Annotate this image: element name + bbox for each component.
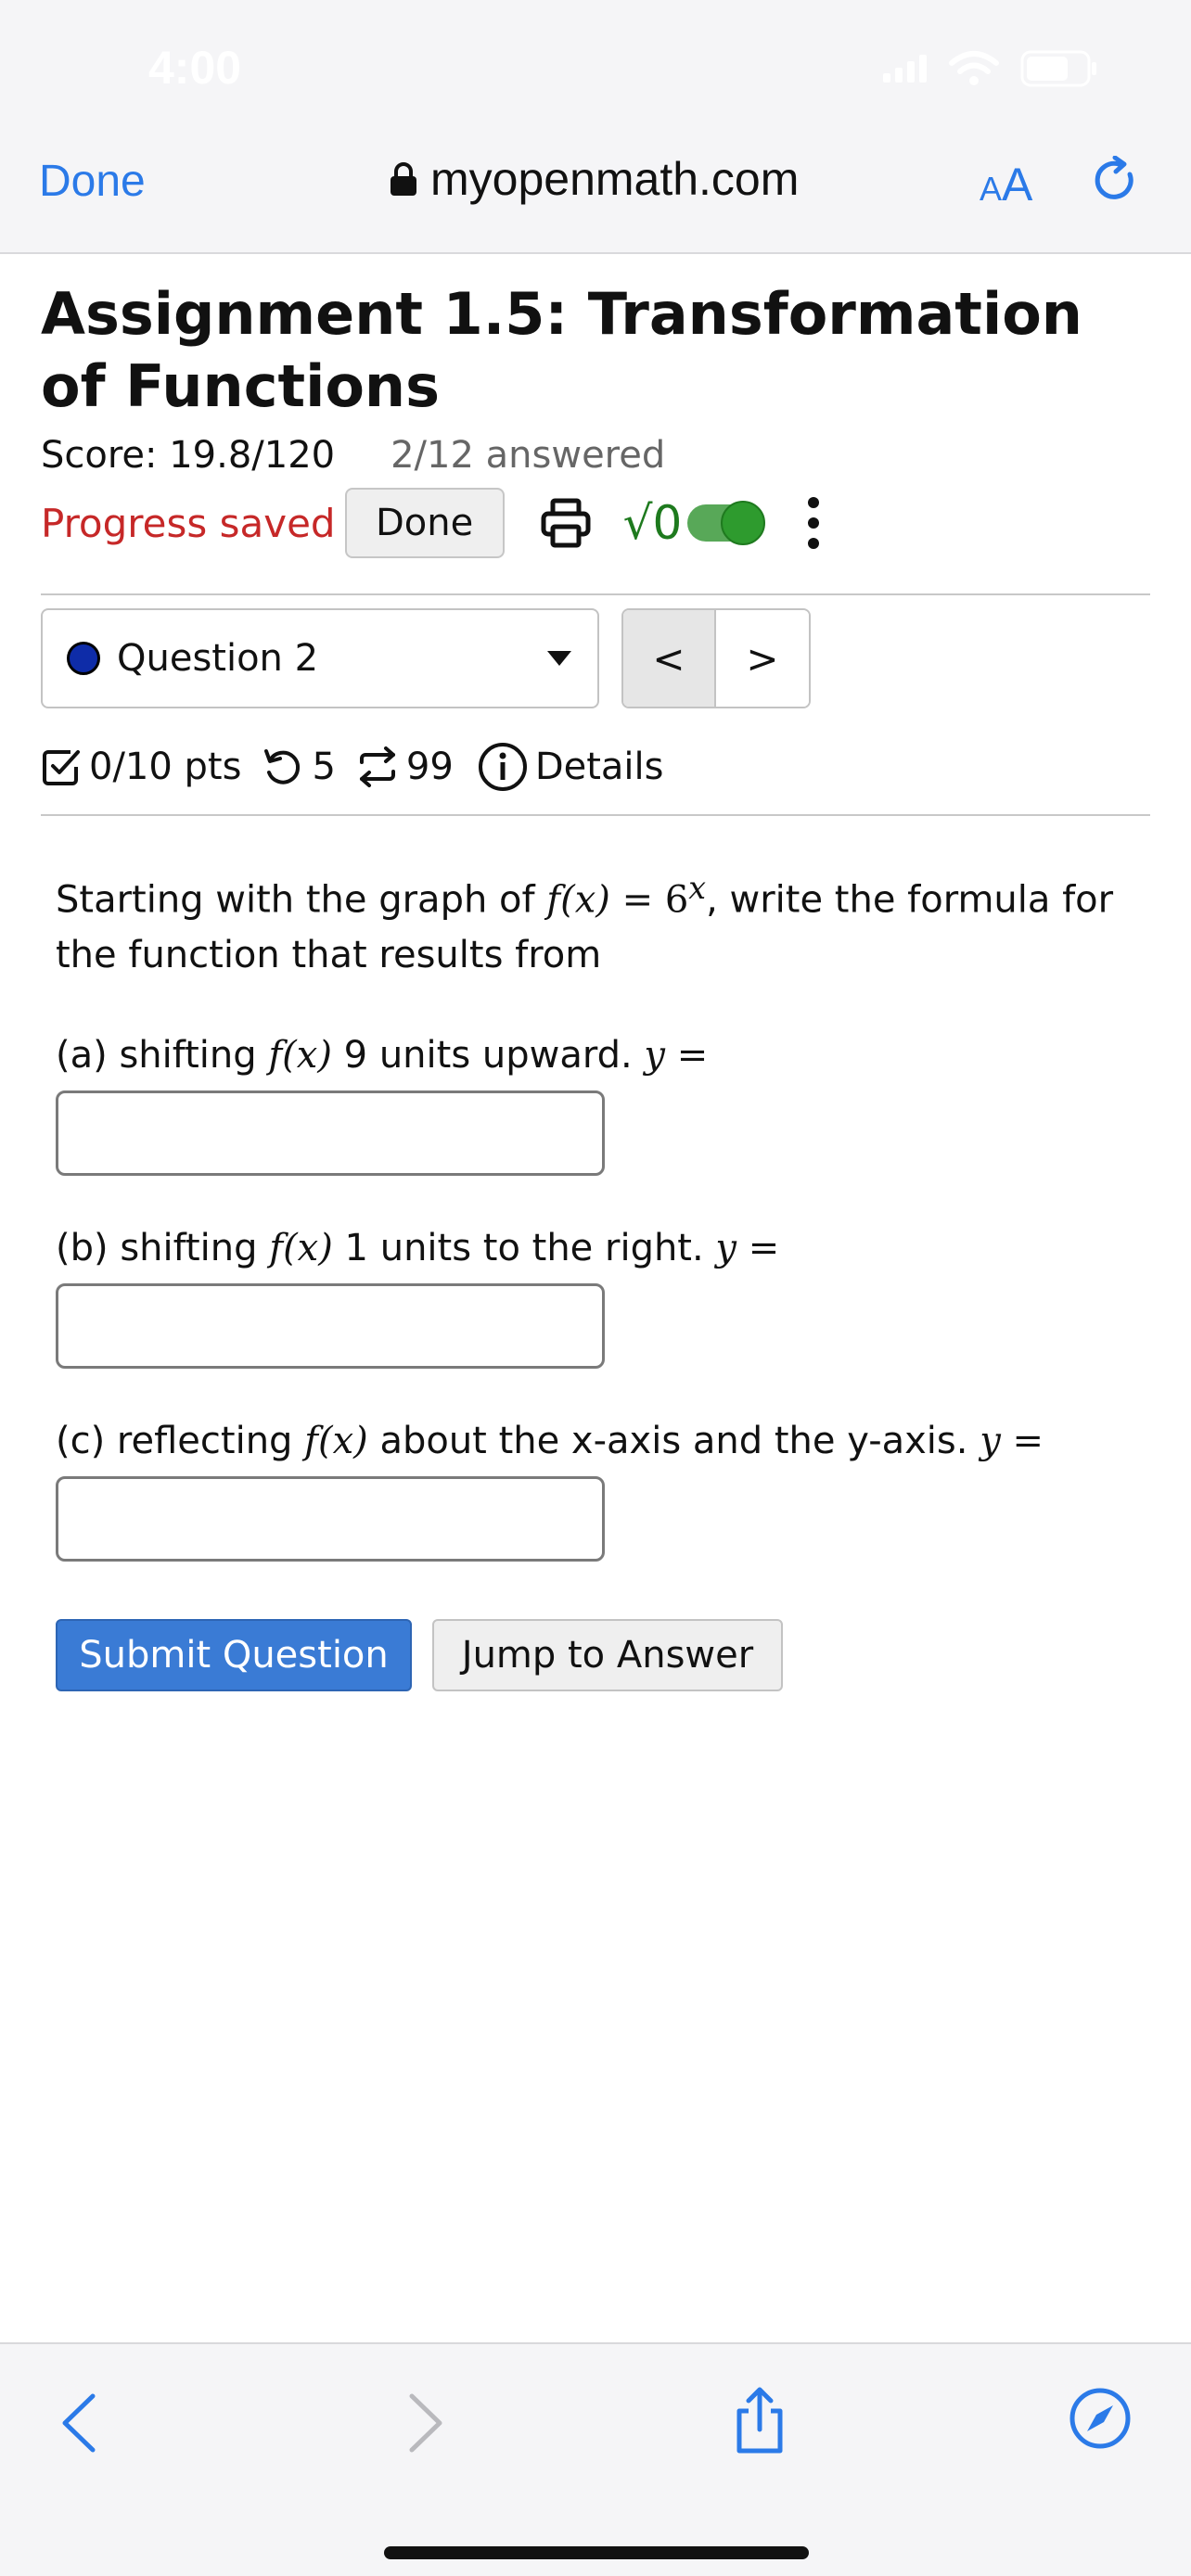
details-label: Details	[534, 746, 664, 788]
answer-input-c[interactable]	[56, 1476, 605, 1562]
retries-count: 5	[312, 746, 336, 788]
points-group: 0/10 pts	[41, 746, 241, 788]
print-icon[interactable]	[540, 497, 592, 549]
info-icon	[478, 743, 527, 791]
part-a-text: 9 units upward.	[331, 1034, 645, 1078]
details-toggle[interactable]: Details	[478, 742, 664, 792]
status-time: 4:00	[148, 42, 242, 94]
text-size-large-glyph: A	[1002, 159, 1033, 210]
status-icons	[883, 50, 1098, 87]
question-meta: 0/10 pts 5 99 Details	[41, 742, 1150, 792]
forward-icon[interactable]	[404, 2391, 447, 2455]
question-select[interactable]: Question 2	[41, 608, 599, 708]
more-vertical-icon[interactable]	[806, 495, 821, 551]
assignment-done-button[interactable]: Done	[344, 488, 505, 558]
question-actions: Submit Question Jump to Answer	[56, 1619, 1150, 1692]
intro-fx: f(x)	[546, 878, 610, 922]
address-bar[interactable]: myopenmath.com	[390, 152, 799, 206]
attempts-count: 99	[405, 746, 454, 788]
answered-count: 2/12 answered	[391, 434, 666, 477]
question-status-dot	[67, 642, 100, 675]
question-intro: Starting with the graph of f(x) = 6x, wr…	[56, 861, 1150, 983]
intro-exponent: x	[688, 870, 707, 906]
part-b-text: 1 units to the right.	[332, 1227, 716, 1270]
part-c: (c) reflecting f(x) about the x-axis and…	[56, 1413, 1150, 1562]
math-display-toggle[interactable]: √0	[622, 496, 766, 550]
score-row: Score: 19.8/120 2/12 answered	[41, 434, 1150, 477]
part-b-y: y =	[715, 1227, 780, 1270]
part-c-y: y =	[980, 1420, 1044, 1463]
points-text: 0/10 pts	[89, 746, 242, 788]
score-text: Score: 19.8/120	[41, 434, 336, 477]
intro-text: Starting with the graph of	[56, 878, 547, 922]
part-a-prefix: (a) shifting	[56, 1034, 269, 1078]
progress-status: Progress saved	[41, 500, 336, 546]
toggle-switch[interactable]	[687, 501, 766, 545]
intro-equals: = 6	[609, 878, 689, 922]
browser-done-button[interactable]: Done	[39, 156, 146, 207]
reload-icon[interactable]	[1091, 156, 1141, 206]
prev-question-button[interactable]: <	[623, 610, 716, 707]
answer-input-b[interactable]	[56, 1283, 605, 1370]
question-prev-next: < >	[621, 608, 811, 708]
retries-group: 5	[262, 746, 336, 788]
part-a-fx: f(x)	[268, 1034, 332, 1078]
caret-down-icon	[547, 651, 571, 666]
divider	[41, 593, 1150, 595]
part-a-y: y =	[644, 1034, 709, 1078]
part-c-fx: f(x)	[304, 1420, 368, 1463]
part-b: (b) shifting f(x) 1 units to the right. …	[56, 1220, 1150, 1370]
part-a: (a) shifting f(x) 9 units upward. y =	[56, 1027, 1150, 1177]
battery-icon	[1020, 50, 1096, 87]
part-b-fx: f(x)	[269, 1227, 333, 1270]
attempts-icon	[359, 746, 395, 787]
signal-icon	[883, 55, 927, 83]
sqrt-icon: √0	[622, 496, 683, 550]
question-body: Starting with the graph of f(x) = 6x, wr…	[41, 861, 1150, 1692]
part-c-text: about the x-axis and the y-axis.	[367, 1420, 980, 1463]
lock-icon	[391, 162, 416, 196]
part-c-prefix: (c) reflecting	[56, 1420, 305, 1463]
back-icon[interactable]	[58, 2391, 100, 2455]
home-indicator	[384, 2546, 809, 2559]
jump-to-answer-button[interactable]: Jump to Answer	[432, 1619, 783, 1692]
url-text: myopenmath.com	[430, 153, 800, 205]
text-size-button[interactable]: A A	[980, 158, 1032, 211]
share-icon[interactable]	[731, 2385, 788, 2455]
toggle-knob	[721, 501, 766, 545]
progress-row: Progress saved Done √0	[41, 488, 1150, 558]
next-question-button[interactable]: >	[716, 610, 809, 707]
answer-input-a[interactable]	[56, 1090, 605, 1177]
divider	[41, 814, 1150, 816]
submit-question-button[interactable]: Submit Question	[56, 1619, 412, 1692]
attempts-group: 99	[356, 746, 454, 788]
question-select-label: Question 2	[117, 637, 319, 680]
text-size-small-glyph: A	[980, 170, 1003, 208]
checkbox-icon	[43, 750, 80, 785]
part-b-prefix: (b) shifting	[56, 1227, 270, 1270]
assignment-title: Assignment 1.5: Transformation of Functi…	[41, 280, 1082, 420]
browser-bottom-toolbar	[0, 2342, 1191, 2576]
compass-icon[interactable]	[1069, 2387, 1132, 2450]
browser-top-bar: 4:00 Done myopenmath.com A A	[0, 0, 1191, 254]
page-content: Assignment 1.5: Transformation of Functi…	[41, 278, 1150, 1692]
question-navigation: Question 2 < >	[41, 608, 1150, 708]
wifi-icon	[949, 51, 999, 85]
retry-icon	[264, 749, 301, 784]
